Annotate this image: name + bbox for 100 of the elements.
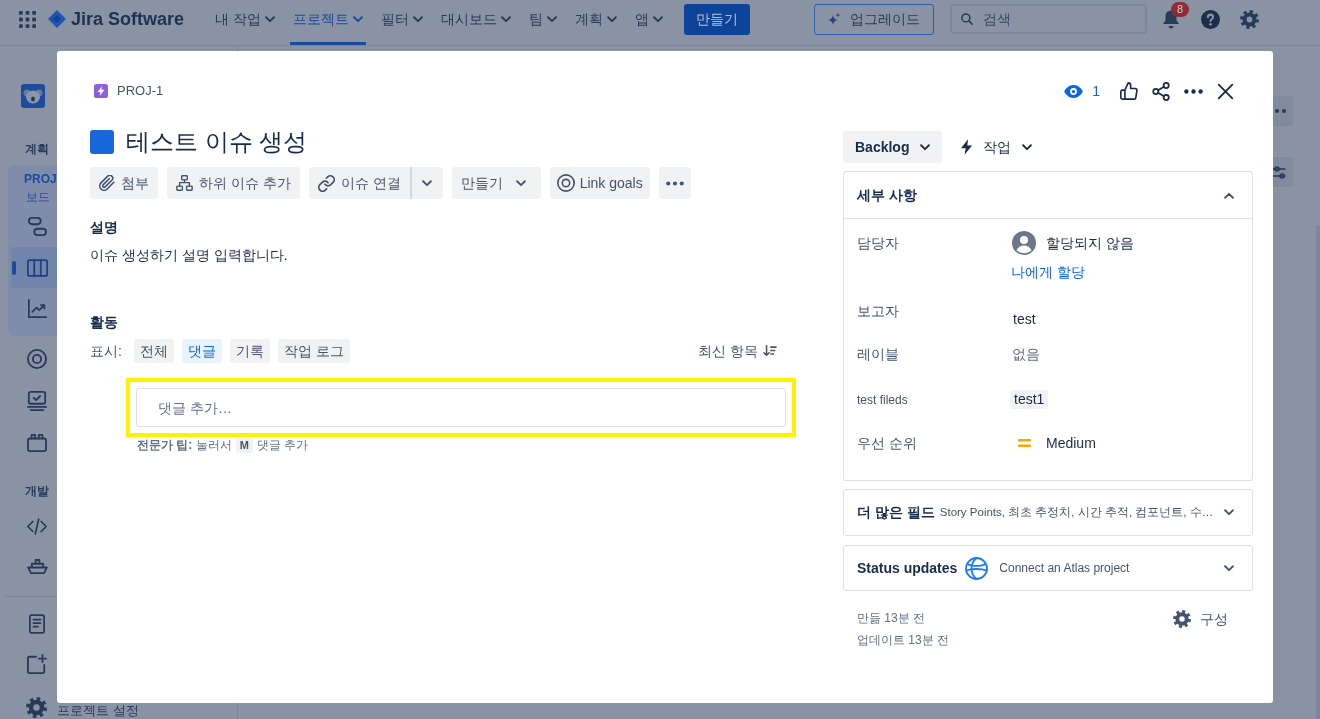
sidebar-item[interactable]: 프로젝트 설정 — [57, 704, 139, 718]
nav-menu-tab[interactable]: 필터 — [377, 0, 426, 45]
chevron-down-icon — [1224, 564, 1234, 572]
search-field[interactable]: 검색 — [950, 4, 1147, 34]
logo-icon — [48, 10, 66, 28]
issue-title: 테스트 이슈 생성 — [126, 127, 308, 157]
grid-icon — [18, 10, 36, 28]
share-icon — [1152, 81, 1170, 101]
add-page-icon — [27, 654, 47, 674]
tag: test1 — [1010, 390, 1049, 409]
chevron-down-icon — [515, 179, 526, 187]
sparkle-icon — [828, 13, 840, 25]
comment-field[interactable]: 댓글 추가… — [136, 388, 786, 427]
assign-to-me-link[interactable]: 나에게 할당 — [1011, 262, 1085, 282]
sidebar-item[interactable] — [11, 247, 57, 288]
notifications-button[interactable]: 8 — [1155, 3, 1187, 35]
nav-menu-tab[interactable]: 계획 — [571, 0, 620, 45]
field-value: Medium — [1046, 433, 1096, 453]
chevron-down-icon — [920, 143, 931, 151]
board-icon — [26, 258, 48, 277]
sidebar-heading: 계획 — [25, 141, 49, 157]
updated-time: 업데이트 13분 전 — [857, 632, 949, 649]
field-label: 우선 순위 — [857, 434, 918, 453]
status-updates-panel[interactable]: Status updates Connect an Atlas project — [843, 545, 1253, 591]
dropdown-button[interactable] — [409, 167, 443, 199]
panel-heading: 더 많은 필드 — [857, 503, 935, 522]
avatar-icon — [1012, 231, 1036, 255]
nav-menu-tab[interactable]: 팀 — [525, 0, 560, 45]
chevron-down-icon — [546, 15, 557, 23]
chevron-down-icon — [422, 179, 433, 187]
sidebar-heading: 개발 — [25, 483, 49, 499]
filter-chip[interactable]: 전체 — [133, 339, 174, 363]
field-label: 담당자 — [857, 234, 900, 253]
issue-type-icon — [90, 130, 114, 154]
sliders-icon — [1273, 165, 1286, 179]
field-value: 할당되지 않음 — [1046, 233, 1134, 253]
chevron-down-icon — [264, 15, 275, 23]
globe-icon — [965, 556, 989, 580]
hierarchy-icon — [176, 175, 193, 191]
field-label: test fileds — [857, 392, 909, 409]
settings-icon — [1173, 610, 1191, 628]
product-logo[interactable]: Jira Software — [48, 5, 185, 33]
filter-chip[interactable]: 작업 로그 — [277, 339, 350, 363]
sort-button[interactable]: 최신 항목 — [698, 340, 777, 362]
selection-indicator — [12, 260, 16, 275]
link-issue-button[interactable]: 이슈 연결 — [308, 167, 410, 199]
issue-key-link[interactable]: PROJ-1 — [117, 82, 164, 100]
attach-button[interactable]: 첨부 — [90, 167, 158, 199]
priority-medium-icon — [1018, 439, 1031, 447]
status-dropdown[interactable]: Backlog — [843, 131, 943, 163]
calendar-icon — [27, 434, 47, 452]
issue-type-dropdown[interactable]: 작업 — [955, 131, 1039, 163]
more-icon — [1275, 109, 1286, 113]
details-toggle[interactable]: 세부 사항 — [844, 172, 1252, 219]
filter-chip[interactable]: 댓글 — [181, 339, 222, 363]
chevron-down-icon — [606, 15, 617, 23]
page-icon — [29, 614, 45, 634]
field-value: test — [1013, 310, 1036, 328]
filter-chip[interactable]: 기록 — [229, 339, 270, 363]
panel-summary: Story Points, 최초 추정치, 시간 추적, 컴포넌트, 수… — [939, 504, 1214, 520]
nav-menu-tab[interactable]: 대시보드 — [437, 0, 514, 45]
tip-text: 댓글 추가 — [256, 438, 309, 453]
nav-menu-tab[interactable]: 앱 — [631, 0, 666, 45]
link-icon — [317, 174, 335, 192]
chevron-up-icon — [1224, 191, 1234, 199]
more-button[interactable] — [658, 167, 691, 199]
upgrade-button[interactable]: 업그레이드 — [814, 3, 934, 35]
create-menu-button[interactable]: 만들기 — [451, 167, 541, 199]
filter-button[interactable] — [1273, 157, 1293, 187]
panel-heading: Status updates — [857, 558, 958, 578]
child-issue-button[interactable]: 하위 이슈 추가 — [167, 167, 300, 199]
keyboard-key: M — [235, 438, 253, 453]
chevron-down-icon — [412, 15, 423, 23]
section-heading: 활동 — [90, 313, 118, 332]
code-icon — [27, 517, 47, 535]
created-time: 만듦 13분 전 — [857, 610, 926, 627]
create-button[interactable]: 만들기 — [683, 3, 750, 35]
field-value: 없음 — [1012, 345, 1040, 364]
timeline-icon — [27, 217, 47, 236]
configure-button[interactable]: 구성 — [1173, 608, 1228, 630]
watch-button[interactable]: 1 — [1058, 75, 1106, 107]
more-icon — [1183, 88, 1203, 94]
target-icon — [556, 174, 575, 192]
nav-menu-tab[interactable]: 내 작업 — [212, 0, 278, 45]
panel-summary: Connect an Atlas project — [999, 560, 1130, 577]
link-goals-button[interactable]: Link goals — [549, 167, 650, 199]
search-icon — [961, 13, 973, 25]
notification-badge: 8 — [1171, 2, 1189, 17]
more-icon — [665, 180, 684, 186]
thumbs-up-icon — [1120, 82, 1138, 100]
monitor-check-icon — [27, 391, 47, 411]
target-icon — [27, 349, 47, 369]
paperclip-icon — [99, 175, 115, 191]
chart-icon — [27, 299, 47, 318]
more-fields-panel[interactable]: 더 많은 필드 Story Points, 최초 추정치, 시간 추적, 컴포넌트, 수… — [843, 489, 1253, 536]
eye-icon — [1064, 84, 1084, 98]
field-label: 보고자 — [857, 302, 900, 320]
lightning-icon — [94, 84, 108, 98]
chevron-down-icon — [352, 15, 363, 23]
chevron-down-icon — [1022, 143, 1033, 151]
